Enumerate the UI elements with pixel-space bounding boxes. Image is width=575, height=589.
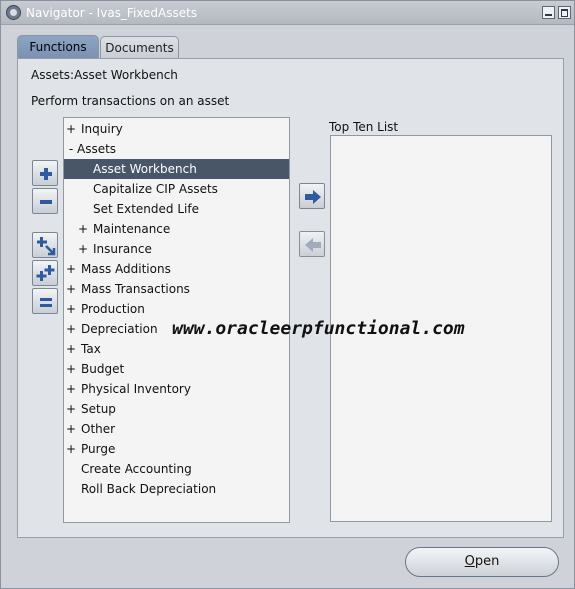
tree-item[interactable]: + Maintenance [64,219,289,239]
instruction-label: Perform transactions on an asset [31,94,230,108]
title-bar[interactable]: Navigator - Ivas_FixedAssets [1,1,574,25]
expand-marker[interactable]: + [66,379,76,399]
expand-marker[interactable]: + [78,239,88,259]
context-label: Assets:Asset Workbench [31,68,178,82]
tree-item[interactable]: + Setup [64,399,289,419]
tree-item-label: Mass Transactions [81,282,190,296]
collapse-button[interactable] [32,188,58,214]
arrow-left-icon [305,238,321,252]
expand-marker[interactable]: + [66,319,76,339]
tree-item-label: Create Accounting [81,462,192,476]
tree-item-label: Asset Workbench [93,162,197,176]
tree-item-label: Physical Inventory [81,382,191,396]
expand-marker[interactable]: + [66,399,76,419]
open-button-label: pen [474,554,500,569]
collapse-all-button[interactable] [32,288,58,314]
navigator-window: Navigator - Ivas_FixedAssets Functions D… [0,0,575,589]
arrow-right-icon [305,190,321,204]
expand-marker[interactable]: + [66,339,76,359]
tree-item[interactable]: + Inquiry [64,119,289,139]
tree-item[interactable]: + Physical Inventory [64,379,289,399]
window-title: Navigator - Ivas_FixedAssets [26,6,198,20]
expand-marker[interactable]: + [66,259,76,279]
tree-item-label: Depreciation [81,322,158,336]
expand-marker[interactable]: + [66,419,76,439]
tree-item[interactable]: Set Extended Life [64,199,289,219]
tree-item-label: Tax [81,342,101,356]
functions-panel: Assets:Asset Workbench Perform transacti… [17,58,564,538]
expand-marker[interactable]: + [66,119,76,139]
tree-item-label: Other [81,422,116,436]
tree-item[interactable]: + Mass Transactions [64,279,289,299]
tree-item-label: Inquiry [81,122,123,136]
tree-item[interactable]: Create Accounting [64,459,289,479]
tree-item-label: Insurance [93,242,152,256]
tree-item-label: Budget [81,362,125,376]
collapse-all-icon [40,298,52,307]
expand-marker[interactable]: + [66,279,76,299]
tree-item-label: Purge [81,442,116,456]
tree-item[interactable]: + Budget [64,359,289,379]
open-button[interactable]: Open [405,547,559,577]
collapse-marker[interactable]: - [66,139,76,159]
expand-branch-icon [37,237,56,256]
tree-item-label: Capitalize CIP Assets [93,182,218,196]
tree-item-label: Setup [81,402,116,416]
expand-all-icon [36,265,55,281]
tree-item[interactable]: Asset Workbench [64,159,289,179]
expand-icon [40,168,52,180]
expand-button[interactable] [32,160,58,186]
tree-item[interactable]: + Mass Additions [64,259,289,279]
expand-branch-button[interactable] [32,232,58,258]
minimize-icon[interactable] [542,6,555,19]
tree-item-label: Set Extended Life [93,202,199,216]
expand-all-button[interactable] [32,260,58,286]
tree-item[interactable]: + Insurance [64,239,289,259]
tree-item[interactable]: Capitalize CIP Assets [64,179,289,199]
collapse-icon [40,200,52,204]
expand-marker[interactable]: + [78,219,88,239]
expand-marker[interactable]: + [66,299,76,319]
expand-marker[interactable]: + [66,439,76,459]
tab-documents[interactable]: Documents [100,36,179,59]
tree-item[interactable]: + Production [64,299,289,319]
tree-item-label: Production [81,302,145,316]
tree-item[interactable]: + Other [64,419,289,439]
expand-marker[interactable]: + [66,359,76,379]
tree-item-label: Maintenance [93,222,171,236]
tree-item[interactable]: Roll Back Depreciation [64,479,289,499]
tree-item-label: Assets [77,142,117,156]
tree-item-label: Mass Additions [81,262,171,276]
add-to-top-ten-button[interactable] [299,183,325,209]
tab-functions[interactable]: Functions [17,35,99,59]
tree-item-label: Roll Back Depreciation [81,482,217,496]
watermark-text: www.oracleerpfunctional.com [172,318,465,339]
top-ten-label: Top Ten List [329,120,399,134]
maximize-icon[interactable] [558,6,571,19]
oracle-app-icon[interactable] [6,5,21,20]
tree-item[interactable]: + Purge [64,439,289,459]
open-button-mnemonic: O [464,554,475,569]
remove-from-top-ten-button[interactable] [299,231,325,257]
tree-item[interactable]: - Assets [64,139,289,159]
tree-item[interactable]: + Tax [64,339,289,359]
